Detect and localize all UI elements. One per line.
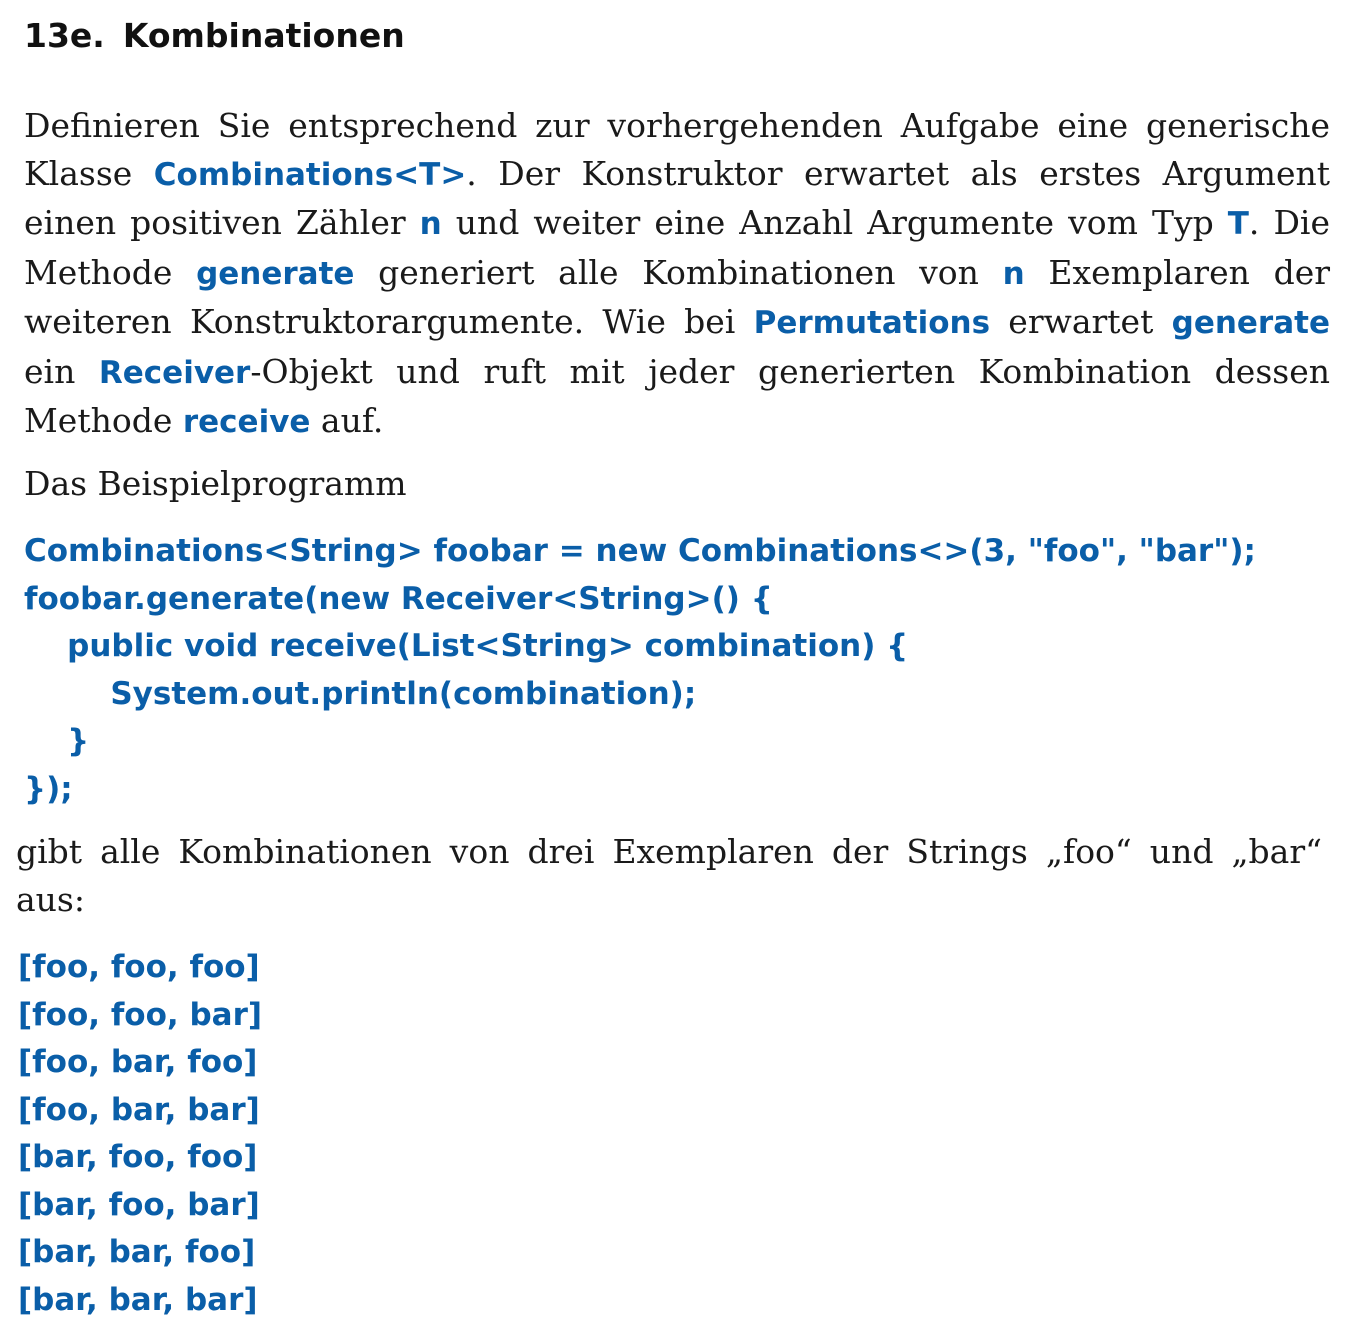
text-segment: auf. [310, 401, 384, 440]
code-line: Combinations<String> foobar = new Combin… [24, 533, 1256, 569]
code-line: System.out.println(combination); [24, 675, 697, 712]
text-segment: ein [24, 351, 99, 391]
section-heading: 13e. Kombinationen [24, 14, 405, 58]
text-segment: erwartet [990, 302, 1172, 341]
section-number: 13e. [24, 16, 105, 55]
output-line: [bar, bar, bar] [18, 1281, 258, 1318]
example-intro: Das Beispielprogramm [24, 464, 407, 503]
inline-code: T [1227, 206, 1249, 242]
output-intro: gibt alle Kombinationen von drei Exempla… [16, 832, 1322, 919]
code-example: Combinations<String> foobar = new Combin… [24, 528, 1256, 813]
code-line: } [24, 723, 90, 759]
output-line: [foo, bar, foo] [18, 1044, 258, 1080]
output-line: [foo, foo, foo] [18, 949, 260, 985]
text-segment: generiert alle Kombinationen von [354, 252, 1003, 292]
code-line: }); [24, 770, 73, 807]
inline-code: generate [1171, 305, 1330, 341]
inline-code: n [419, 206, 442, 242]
section-title: Kombinationen [122, 16, 405, 55]
inline-code: generate [196, 255, 355, 292]
output-line: [bar, foo, foo] [18, 1139, 258, 1175]
code-line: foobar.generate(new Receiver<String>() { [24, 580, 773, 617]
inline-code: receive [182, 404, 311, 440]
inline-code: Receiver [98, 354, 251, 391]
output-line: [foo, foo, bar] [18, 996, 263, 1033]
inline-code: n [1002, 255, 1025, 292]
exercise-page: 13e. Kombinationen Definieren Sie entspre… [0, 0, 1349, 1328]
inline-code: Permutations [753, 305, 991, 341]
text-segment: und weiter eine Anzahl Argumente vom Typ [441, 203, 1228, 242]
inline-code: Combinations<T> [153, 156, 467, 193]
code-line: public void receive(List<String> combina… [24, 628, 909, 664]
task-description: Definieren Sie entsprechend zur vorherge… [24, 102, 1330, 447]
output-line: [bar, bar, foo] [18, 1234, 256, 1270]
program-output: [foo, foo, foo] [foo, foo, bar] [foo, ba… [18, 944, 262, 1324]
output-line: [bar, foo, bar] [18, 1186, 260, 1223]
output-line: [foo, bar, bar] [18, 1091, 260, 1128]
